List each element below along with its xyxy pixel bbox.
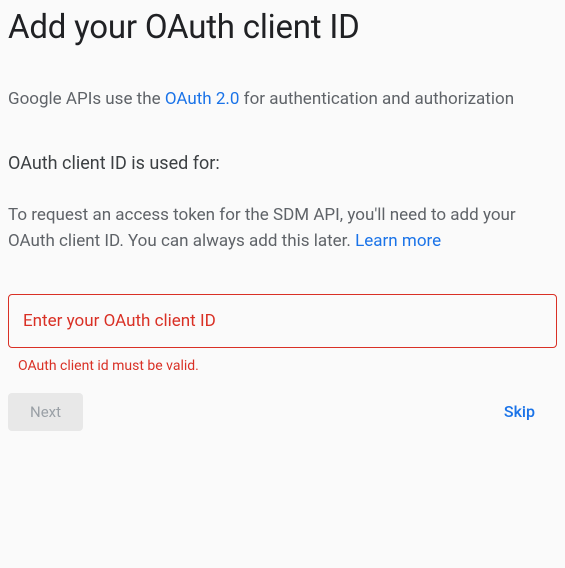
page-title: Add your OAuth client ID [8,8,557,47]
oauth-link[interactable]: OAuth 2.0 [165,89,240,109]
next-button[interactable]: Next [8,393,83,431]
skip-button[interactable]: Skip [482,392,557,431]
description-paragraph: To request an access token for the SDM A… [8,202,557,255]
button-row: Next Skip [8,392,557,431]
usage-subheading: OAuth client ID is used for: [8,153,557,174]
intro-paragraph: Google APIs use the OAuth 2.0 for authen… [8,87,557,113]
learn-more-link[interactable]: Learn more [355,231,441,251]
intro-text-after: for authentication and authorization [239,89,514,109]
error-message: OAuth client id must be valid. [18,358,557,374]
oauth-client-id-input[interactable] [8,294,557,348]
intro-text-before: Google APIs use the [8,89,165,109]
